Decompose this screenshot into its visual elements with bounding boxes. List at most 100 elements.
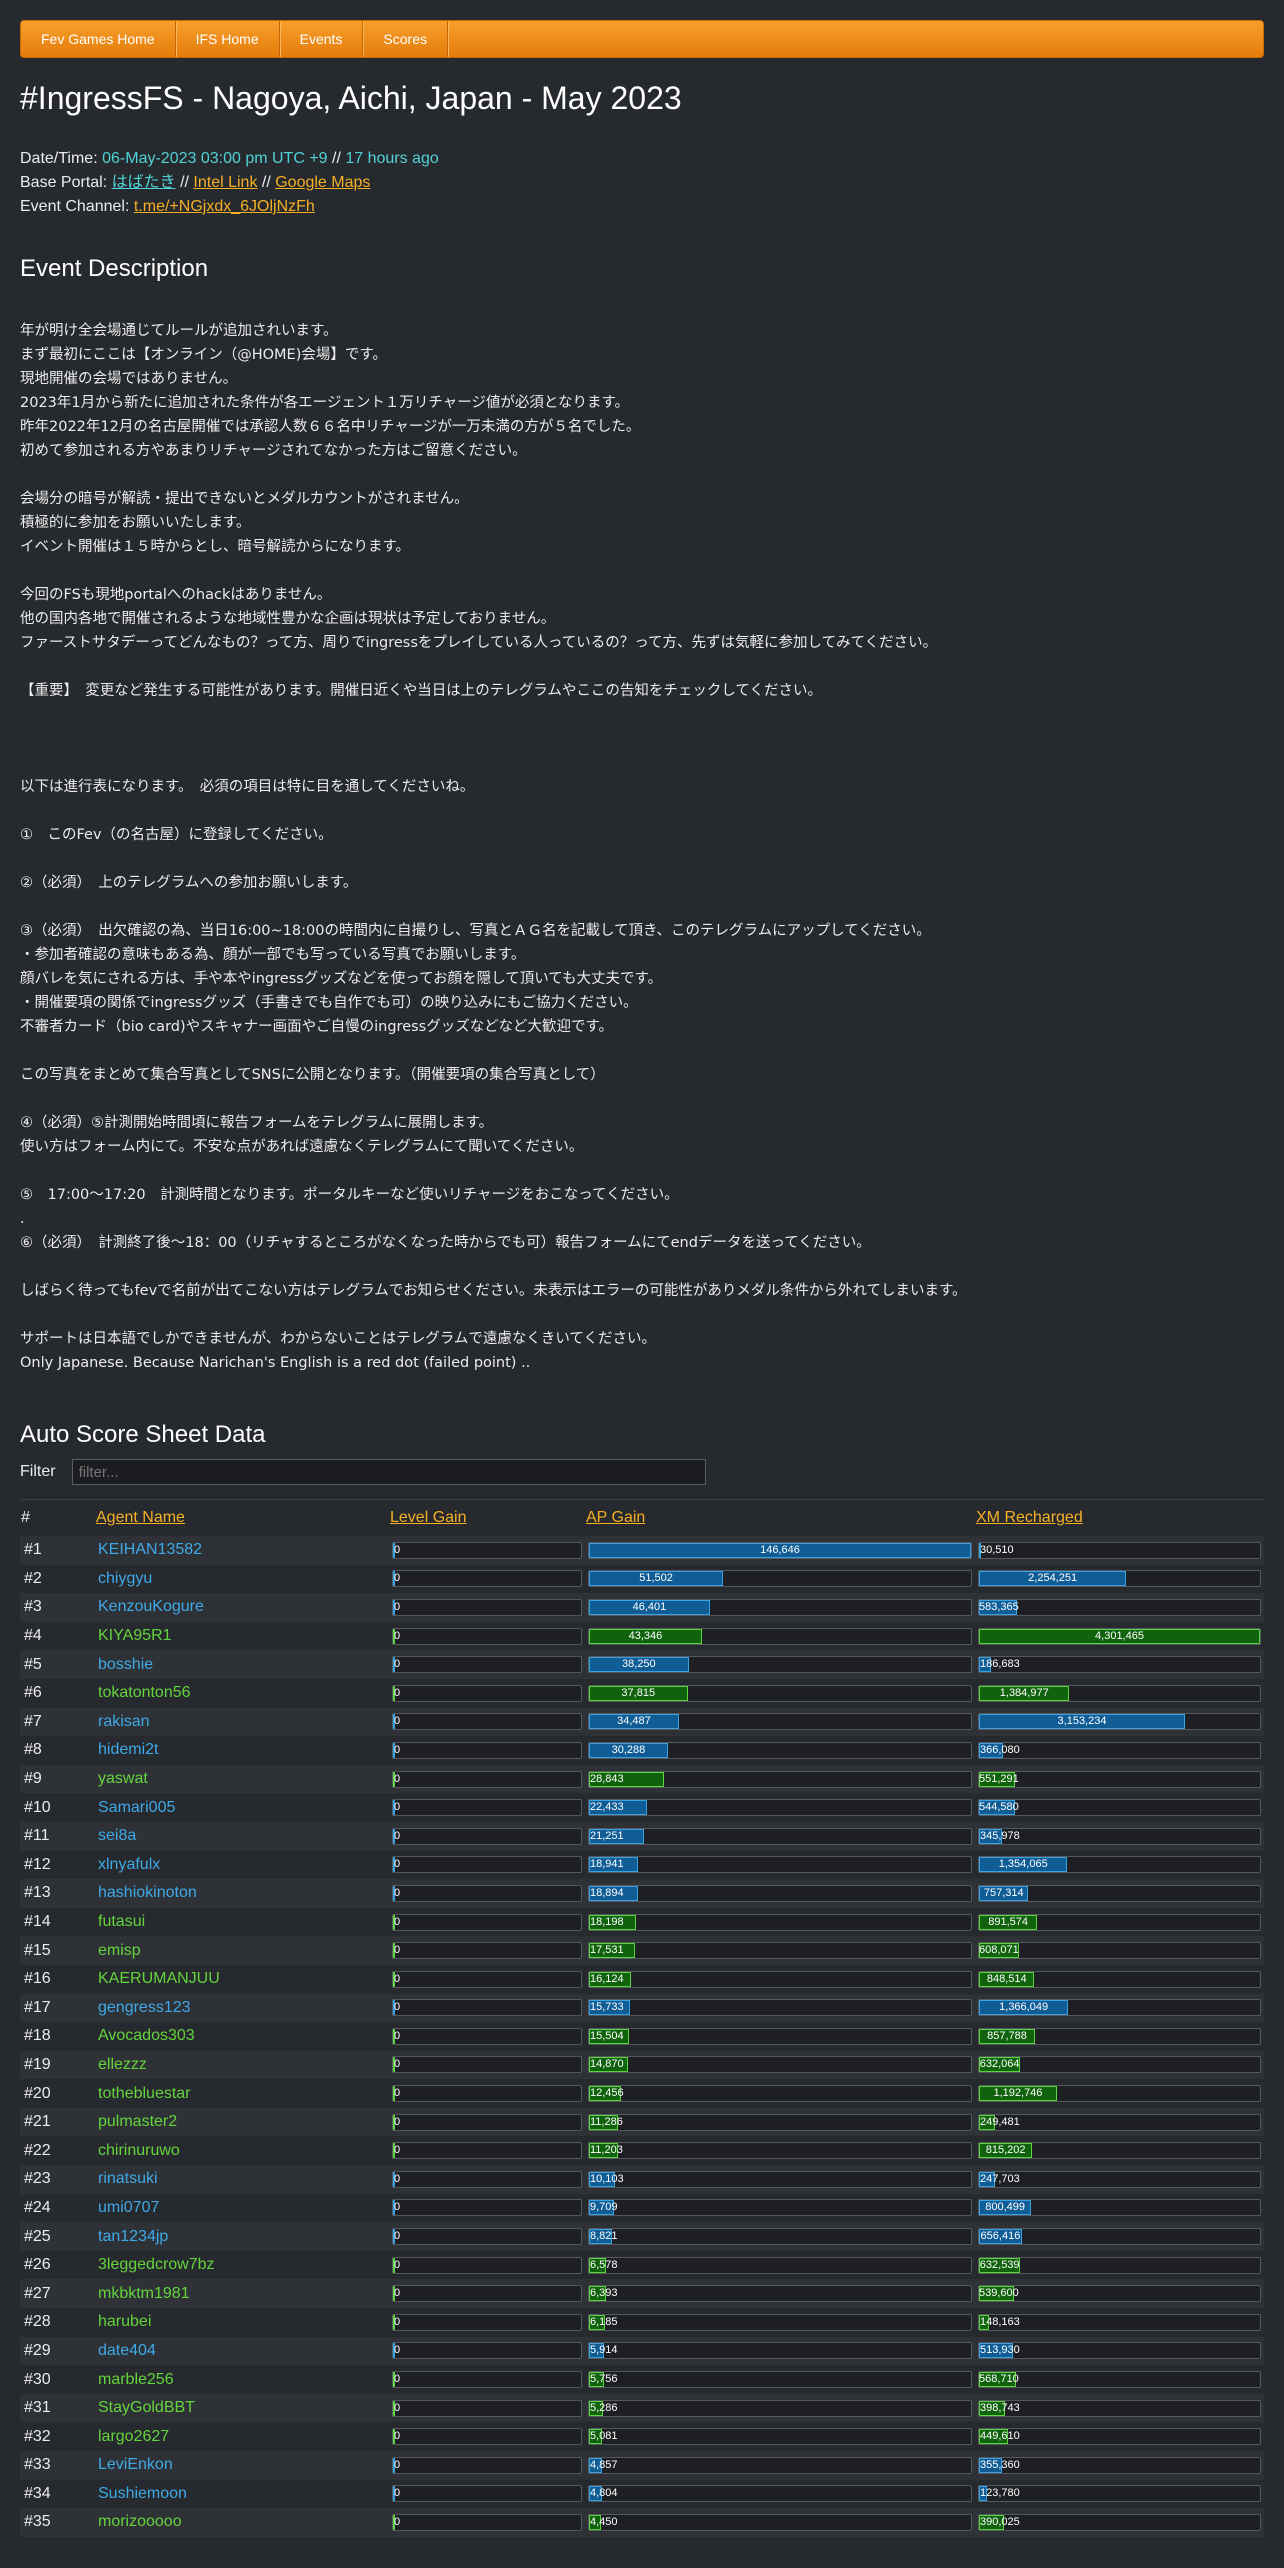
level-gain-cell: 0 [389,2365,585,2394]
xm-recharged-cell: 4,301,465 [975,1622,1264,1651]
xm-recharged-bar: 390,025 [978,2513,1261,2531]
level-gain-bar: 0 [392,1541,582,1559]
agent-name-cell: rakisan [95,1707,389,1737]
level-gain-bar: 0 [392,1913,582,1931]
ap-gain-cell: 4,857 [585,2451,975,2480]
nav-events[interactable]: Events [280,21,364,57]
agent-name-cell: 3leggedcrow7bz [98,2256,215,2274]
ap-gain-cell: 18,941 [585,1851,975,1880]
xm-recharged-value: 815,202 [985,2144,1026,2157]
agent-name-cell: futasui [98,1913,146,1931]
event-channel-link[interactable]: t.me/+NGjxdx_6JOljNzFh [134,198,315,215]
sort-xm-recharged-link[interactable]: XM Recharged [976,1509,1083,1526]
level-gain-bar: 0 [392,2256,582,2274]
agent-name-cell: LeviEnkon [95,2451,389,2480]
level-gain-value: 0 [394,2058,401,2071]
level-gain-value: 0 [394,2087,401,2100]
ap-gain-value: 4,804 [590,2487,618,2500]
level-gain-value: 0 [394,2144,401,2157]
level-gain-bar: 0 [392,1884,582,1902]
agent-name-cell: emisp [95,1936,389,1965]
xm-recharged-cell: 390,025 [975,2508,1264,2537]
rank-cell: #28 [24,2313,51,2331]
xm-recharged-cell: 632,064 [975,2050,1264,2080]
ap-gain-bar: 6,578 [588,2256,972,2274]
table-row: #33 LeviEnkon 0 4,857 355,360 [20,2451,1264,2480]
level-gain-cell: 0 [389,2136,585,2165]
table-row: #3 KenzouKogure 0 46,401 583,365 [20,1593,1264,1622]
ap-gain-bar: 5,756 [588,2371,972,2389]
agent-name-cell: sei8a [95,1821,389,1851]
score-table-header: # Agent Name Level Gain AP Gain XM Recha… [20,1499,1264,1536]
ap-gain-value: 6,185 [590,2315,618,2328]
ap-gain-cell: 10,103 [585,2165,975,2194]
xm-recharged-value: 398,743 [980,2401,1020,2414]
col-xm-recharged[interactable]: XM Recharged [975,1499,1264,1536]
ap-gain-bar: 12,456 [588,2085,972,2103]
nav-scores[interactable]: Scores [363,21,448,57]
ap-gain-bar: 18,894 [588,1884,972,1902]
score-table: # Agent Name Level Gain AP Gain XM Recha… [20,1499,1264,2537]
rank-cell: #14 [24,1913,51,1931]
level-gain-bar: 0 [392,2428,582,2446]
ap-gain-bar: 4,857 [588,2456,972,2474]
level-gain-cell: 0 [389,1908,585,1937]
google-maps-link[interactable]: Google Maps [275,174,370,191]
ap-gain-bar: 51,502 [588,1570,972,1588]
filter-row: Filter [20,1459,1264,1485]
sort-level-gain-link[interactable]: Level Gain [390,1509,467,1526]
xm-recharged-value: 148,163 [980,2315,1020,2328]
table-row: #18 Avocados303 0 15,504 857,788 [20,2022,1264,2051]
level-gain-value: 0 [394,1600,401,1613]
level-gain-value: 0 [394,1944,401,1957]
level-gain-cell: 0 [389,1650,585,1679]
level-gain-cell: 0 [389,1565,585,1594]
table-row: #16 KAERUMANJUU 0 16,124 848,514 [20,1965,1264,1994]
level-gain-value: 0 [394,2487,401,2500]
xm-recharged-bar: 544,580 [978,1799,1261,1817]
xm-recharged-cell: 1,192,746 [975,2079,1264,2108]
sort-ap-gain-link[interactable]: AP Gain [586,1509,645,1526]
page: Fev Games Home IFS Home Events Scores #I… [0,0,1284,2537]
rank-cell: #4 [24,1627,42,1645]
filter-input[interactable] [71,1459,706,1485]
ap-gain-cell: 51,502 [585,1565,975,1594]
table-row: #19 ellezzz 0 14,870 632,064 [20,2050,1264,2080]
xm-recharged-bar: 513,930 [978,2342,1261,2360]
agent-name-cell: largo2627 [98,2427,170,2445]
level-gain-bar: 0 [392,1770,582,1788]
base-portal-link[interactable]: はばたき [112,174,176,191]
agent-name-cell: pulmaster2 [95,2107,389,2137]
nav-fev-games-home[interactable]: Fev Games Home [21,21,176,57]
xm-recharged-value: 632,064 [979,2058,1020,2071]
xm-recharged-value: 608,071 [979,1944,1019,1957]
ap-gain-cell: 146,646 [585,1536,975,1565]
xm-recharged-bar: 249,481 [978,2113,1261,2131]
col-level-gain[interactable]: Level Gain [389,1499,585,1536]
rank-cell: #30 [24,2370,51,2388]
xm-recharged-cell: 148,163 [975,2308,1264,2337]
level-gain-value: 0 [394,1572,401,1585]
level-gain-bar: 0 [392,2085,582,2103]
filter-label: Filter [20,1463,56,1480]
level-gain-value: 0 [394,1715,401,1728]
intel-link[interactable]: Intel Link [193,174,257,191]
nav-ifs-home[interactable]: IFS Home [176,21,280,57]
col-ap-gain[interactable]: AP Gain [585,1499,975,1536]
agent-name-cell: xlnyafulx [98,1855,161,1873]
agent-name-cell: umi0707 [98,2198,160,2216]
agent-name-cell: date404 [95,2336,389,2366]
col-agent-name[interactable]: Agent Name [95,1499,389,1536]
xm-recharged-value: 449,610 [980,2430,1020,2443]
xm-recharged-bar: 1,192,746 [978,2085,1261,2103]
xm-recharged-value: 355,360 [980,2458,1020,2471]
table-row: #12 xlnyafulx 0 18,941 1,354,065 [20,1851,1264,1880]
sort-agent-name-link[interactable]: Agent Name [96,1509,185,1526]
xm-recharged-bar: 247,703 [978,2170,1261,2188]
ap-gain-bar: 11,203 [588,2142,972,2160]
level-gain-bar: 0 [392,1627,582,1645]
table-row: #22 chirinuruwo 0 11,203 815,202 [20,2136,1264,2165]
rank-cell: #11 [20,1821,95,1851]
ap-gain-bar: 4,804 [588,2485,972,2503]
xm-recharged-cell: 800,499 [975,2194,1264,2223]
